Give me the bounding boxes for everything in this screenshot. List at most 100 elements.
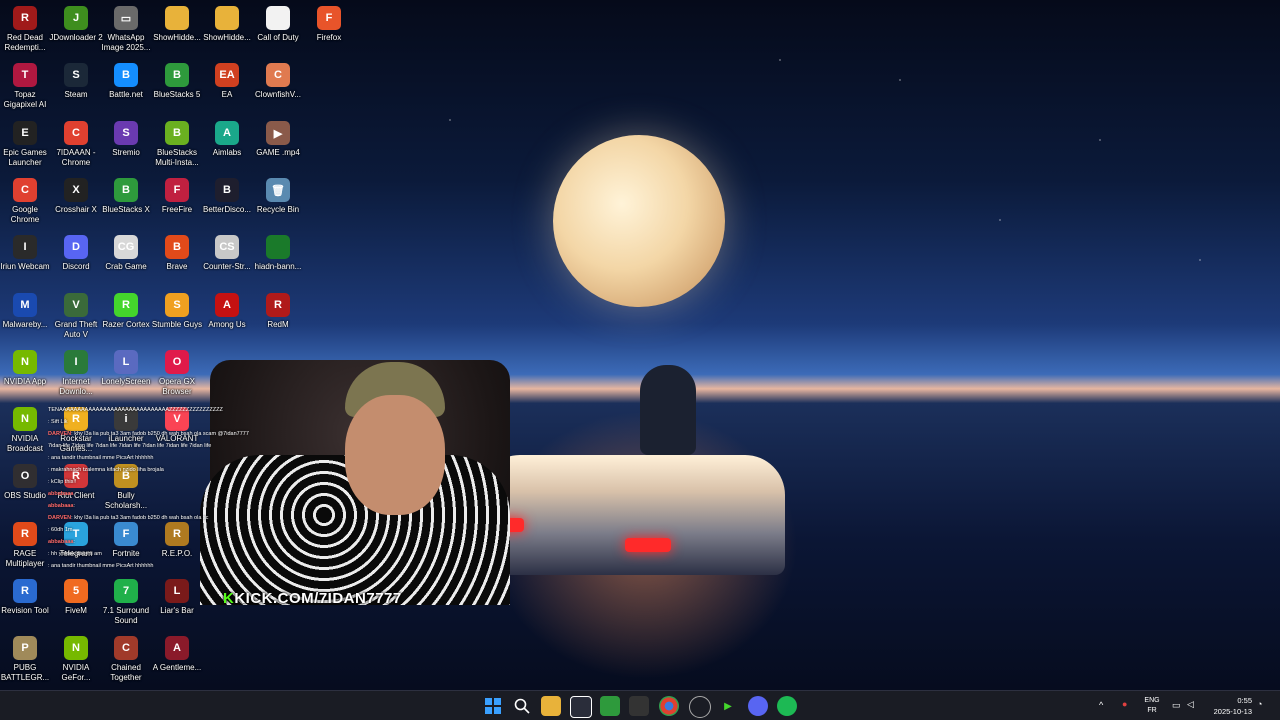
desktop-icon[interactable]: A Aimlabs <box>200 117 254 158</box>
desktop-icon-label: Recycle Bin <box>256 205 300 214</box>
file-explorer-button[interactable] <box>541 696 561 716</box>
desktop-icon[interactable]: 🗑 Recycle Bin <box>251 174 305 215</box>
desktop-icon[interactable]: V Grand Theft Auto V <box>49 289 103 340</box>
desktop-icon[interactable]: B Brave <box>150 231 204 272</box>
desktop-icon-label: NVIDIA GeFor... <box>61 663 91 682</box>
desktop-icon[interactable]: T Topaz Gigapixel AI <box>0 59 52 110</box>
desktop-icon[interactable]: C Chained Together <box>99 632 153 683</box>
chat-text: : khy l3a lia pub ta3 3am fadob b250 dh … <box>71 431 249 437</box>
desktop-icon[interactable]: B BlueStacks 5 <box>150 59 204 100</box>
desktop-icon[interactable]: ▶ GAME .mp4 <box>251 117 305 158</box>
store-button[interactable] <box>570 696 592 718</box>
desktop-icon-label: RedM <box>267 320 289 329</box>
desktop-icon[interactable]: ▭ WhatsApp Image 2025... <box>99 2 153 53</box>
desktop-icon[interactable]: F Firefox <box>302 2 356 43</box>
volume-icon[interactable]: ◁ <box>1187 699 1194 710</box>
language-indicator[interactable]: ENG FR <box>1142 696 1162 716</box>
desktop-icon[interactable]: A Among Us <box>200 289 254 330</box>
desktop-icon[interactable]: N NVIDIA App <box>0 346 52 387</box>
desktop-icon[interactable]: 5 FiveM <box>49 575 103 616</box>
desktop-icon[interactable]: ShowHidde... <box>150 2 204 43</box>
chat-message: DARVEN: khy l3a lia pub ta3 3am fadob b2… <box>48 512 288 524</box>
crosshair-taskbar-button[interactable] <box>629 696 649 716</box>
search-button[interactable] <box>512 696 532 716</box>
desktop-icon[interactable]: R Razer Cortex <box>99 289 153 330</box>
rdr-icon: R <box>13 6 37 30</box>
desktop-icon-label: Steam <box>64 90 88 99</box>
chrome-taskbar-button[interactable] <box>659 696 679 716</box>
kick-taskbar-button[interactable]: ▶ <box>718 696 738 716</box>
desktop-icon[interactable]: CG Crab Game <box>99 231 153 272</box>
desktop-icon[interactable]: hiadn-bann... <box>251 231 305 272</box>
desktop-icon[interactable]: C ClownfishV... <box>251 59 305 100</box>
bluestacks-multi-icon: B <box>165 121 189 145</box>
start-button[interactable] <box>483 696 503 716</box>
desktop-icon[interactable]: C Google Chrome <box>0 174 52 225</box>
desktop-icon[interactable]: L LonelyScreen <box>99 346 153 387</box>
desktop-icon-label: Counter-Str... <box>203 262 251 271</box>
desktop-icon[interactable]: O OBS Studio <box>0 460 52 501</box>
stream-chat-overlay: TENAAAAAAAAAAAAAAAAAAAAAAAAAAAAAAZZZZZZZ… <box>48 404 288 572</box>
notification-bell-icon[interactable]: ◔ <box>1257 699 1262 709</box>
desktop-icon[interactable]: B BetterDisco... <box>200 174 254 215</box>
desktop-icon[interactable]: J JDownloader 2 <box>49 2 103 43</box>
desktop-icon[interactable]: R RAGE Multiplayer <box>0 518 52 569</box>
opera-gx-icon: O <box>165 350 189 374</box>
chat-message: : ana tandir thumbnail mme PicsArt hhhhh… <box>48 452 288 464</box>
desktop-icon[interactable]: R Revision Tool <box>0 575 52 616</box>
desktop-icon[interactable]: B BlueStacks X <box>99 174 153 215</box>
desktop-icon[interactable]: I Iriun Webcam <box>0 231 52 272</box>
stremio-icon: S <box>114 121 138 145</box>
desktop-icon-label: JDownloader 2 <box>49 33 103 42</box>
epic-icon: E <box>13 121 37 145</box>
desktop-icon[interactable]: M Malwareby... <box>0 289 52 330</box>
tray-chevron-icon[interactable]: ^ <box>1099 700 1103 710</box>
brave-icon: B <box>165 235 189 259</box>
desktop-icon[interactable]: 7 7.1 Surround Sound <box>99 575 153 626</box>
desktop-icon[interactable]: N NVIDIA GeFor... <box>49 632 103 683</box>
desktop-icon[interactable]: P PUBG BATTLEGR... <box>0 632 52 683</box>
desktop-icon-label: ClownfishV... <box>255 90 301 99</box>
desktop-icon[interactable]: B Battle.net <box>99 59 153 100</box>
discord-taskbar-button[interactable] <box>748 696 768 716</box>
desktop-icon-label: Opera GX Browser <box>158 377 195 396</box>
desktop-icon[interactable]: S Stremio <box>99 117 153 158</box>
stumble-icon: S <box>165 293 189 317</box>
desktop-icon[interactable]: CS Counter-Str... <box>200 231 254 272</box>
desktop-icon[interactable]: D Discord <box>49 231 103 272</box>
wallpaper-moon <box>553 135 725 307</box>
desktop-icon-label: BlueStacks 5 <box>153 90 201 99</box>
wallpaper-person <box>640 365 696 455</box>
desktop-icon[interactable]: A A Gentleme... <box>150 632 204 673</box>
redm-icon: R <box>266 293 290 317</box>
chat-text: : ana tandir thumbnail mme PicsArt hhhhh… <box>48 455 154 461</box>
lonelyscreen-icon: L <box>114 350 138 374</box>
chat-message: abbabaaa <box>48 488 288 500</box>
desktop-icon[interactable]: C 7IDAAAN - Chrome <box>49 117 103 168</box>
obs-taskbar-button[interactable] <box>689 696 711 718</box>
idm-icon: I <box>64 350 88 374</box>
desktop-icon[interactable]: O Opera GX Browser <box>150 346 204 397</box>
desktop-icon[interactable]: S Steam <box>49 59 103 100</box>
clock[interactable]: 0:55 2025-10-13 <box>1206 695 1252 717</box>
desktop-icon[interactable]: E Epic Games Launcher <box>0 117 52 168</box>
desktop-icon[interactable]: ShowHidde... <box>200 2 254 43</box>
network-icon[interactable]: ▭ <box>1172 700 1181 711</box>
desktop-icon[interactable]: X Crosshair X <box>49 174 103 215</box>
desktop-icon[interactable]: N NVIDIA Broadcast <box>0 403 52 454</box>
desktop-icon[interactable]: I Internet Downlo... <box>49 346 103 397</box>
spotify-taskbar-button[interactable] <box>777 696 797 716</box>
bluestacks-taskbar-button[interactable] <box>600 696 620 716</box>
desktop-icon[interactable]: S Stumble Guys <box>150 289 204 330</box>
desktop-icon[interactable]: F FreeFire <box>150 174 204 215</box>
desktop-icon[interactable]: L Liar's Bar <box>150 575 204 616</box>
desktop-icon[interactable]: EA EA <box>200 59 254 100</box>
desktop-icon[interactable]: R RedM <box>251 289 305 330</box>
desktop-icon[interactable]: R Red Dead Redempti... <box>0 2 52 53</box>
desktop-icon-label: LonelyScreen <box>101 377 151 386</box>
desktop-icon-label: Grand Theft Auto V <box>54 320 98 339</box>
microphone-icon[interactable]: ● <box>1122 699 1127 709</box>
desktop-icon[interactable]: B BlueStacks Multi-Insta... <box>150 117 204 168</box>
desktop-icon[interactable]: Call of Duty <box>251 2 305 43</box>
chat-text: : 60dh 1m <box>48 527 73 533</box>
